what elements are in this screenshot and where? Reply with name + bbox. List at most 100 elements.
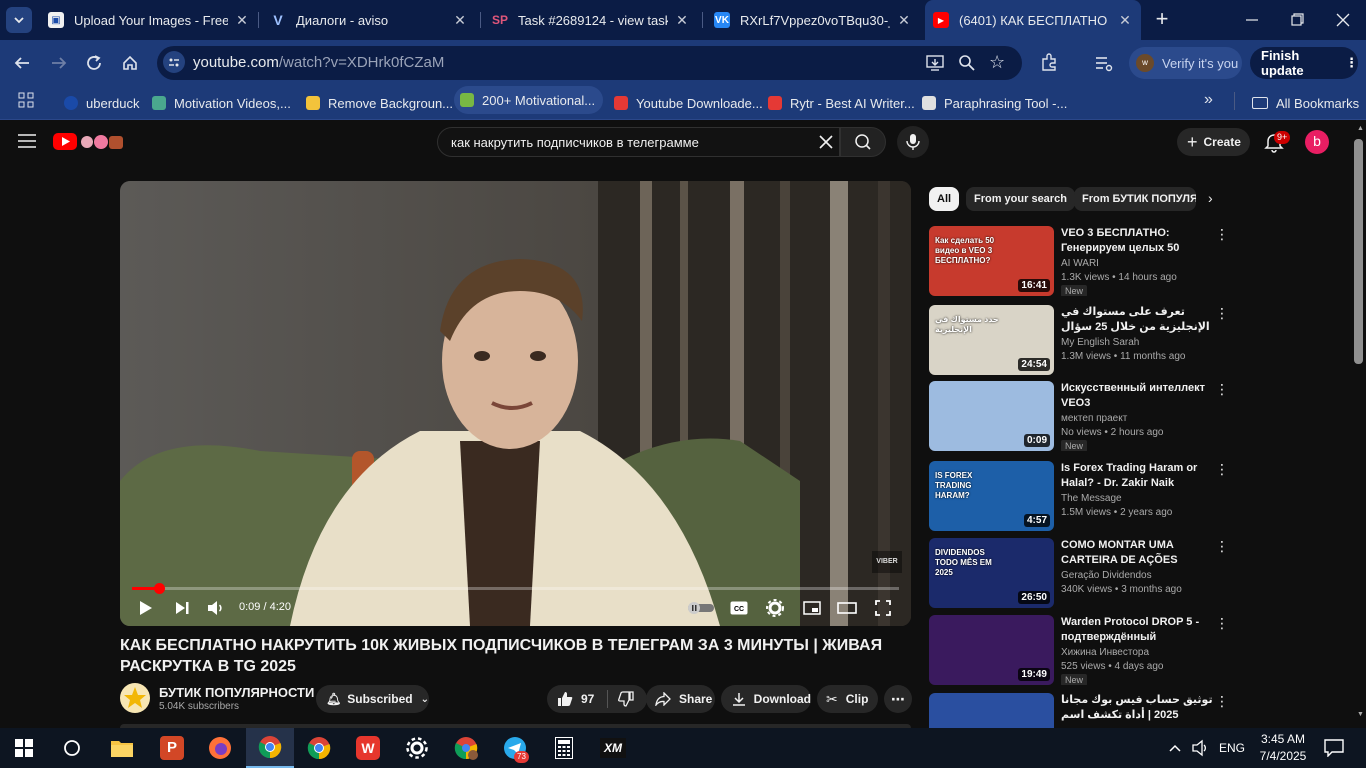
video-title[interactable]: COMO MONTAR UMA CARTEIRA DE AÇÕES PARA..… bbox=[1061, 538, 1213, 568]
channel-name[interactable]: БУТИК ПОПУЛЯРНОСТИ bbox=[159, 685, 314, 700]
channel-name[interactable]: The Message bbox=[1061, 493, 1122, 504]
progress-scrubber[interactable] bbox=[153, 583, 165, 594]
video-thumbnail[interactable]: IS FOREX TRADING HARAM? 4:57 bbox=[929, 461, 1054, 531]
browser-tab[interactable]: SP Task #2689124 - view task ✕ bbox=[488, 0, 694, 40]
bookmark-item[interactable]: Rytr - Best AI Writer... bbox=[768, 92, 915, 114]
tab-search-button[interactable] bbox=[6, 7, 32, 33]
video-thumbnail[interactable]: 19:49 bbox=[929, 615, 1054, 685]
wps-app[interactable]: W bbox=[344, 728, 392, 768]
fullscreen-button[interactable] bbox=[871, 597, 895, 619]
verify-button[interactable]: w Verify it's you bbox=[1129, 47, 1242, 79]
autoplay-toggle[interactable] bbox=[687, 597, 715, 619]
video-thumbnail[interactable]: Как сделать 50 видео в VEO 3 БЕСПЛАТНО? 1… bbox=[929, 226, 1054, 296]
channel-name[interactable]: AI WARI bbox=[1061, 258, 1099, 269]
back-button[interactable] bbox=[8, 49, 36, 77]
channel-avatar[interactable] bbox=[120, 683, 150, 713]
show-hidden-icons[interactable] bbox=[1168, 738, 1182, 758]
recommended-video[interactable]: 0:09 Искусственный интеллект VEO3 мектеп п… bbox=[929, 381, 1229, 451]
clock-date[interactable]: 7/4/2025 bbox=[1256, 749, 1310, 763]
kebab-menu-icon[interactable]: ⋮ bbox=[1215, 538, 1229, 555]
firefox-app[interactable] bbox=[196, 728, 244, 768]
video-thumbnail[interactable]: DIVIDENDOS TODO MÊS EM 2025 26:50 bbox=[929, 538, 1054, 608]
volume-tray-icon[interactable] bbox=[1192, 739, 1210, 757]
video-player[interactable]: VIBER 0:09 / 4:20 CC bbox=[120, 181, 911, 626]
bookmark-star-icon[interactable]: ☆ bbox=[989, 52, 1009, 72]
all-bookmarks-button[interactable]: All Bookmarks bbox=[1252, 92, 1359, 114]
kebab-menu-icon[interactable]: ⋮ bbox=[1215, 693, 1229, 710]
telegram-app[interactable] bbox=[491, 728, 539, 768]
bookmark-item[interactable]: 200+ Motivational... bbox=[454, 86, 603, 114]
chip-all[interactable]: All bbox=[929, 187, 960, 211]
browser-tab[interactable]: ▣ Upload Your Images - Free Im ✕ bbox=[44, 0, 254, 40]
play-button[interactable] bbox=[134, 597, 158, 619]
kebab-menu-icon[interactable]: ⋮ bbox=[1215, 381, 1229, 398]
share-button[interactable]: Share bbox=[646, 685, 715, 713]
channel-name[interactable]: Geração Dividendos bbox=[1061, 570, 1152, 581]
kebab-menu-icon[interactable]: ⋮ bbox=[1215, 226, 1229, 243]
video-thumbnail[interactable] bbox=[929, 693, 1054, 728]
clear-search-icon[interactable] bbox=[817, 133, 835, 151]
recommended-video[interactable]: حدد مستواك في الإنجليزية 24:54 تعرف على مس… bbox=[929, 305, 1229, 375]
file-explorer-app[interactable] bbox=[98, 728, 146, 768]
youtube-logo[interactable] bbox=[53, 132, 127, 152]
kebab-menu-icon[interactable]: ⋮ bbox=[1215, 461, 1229, 478]
apps-grid-icon[interactable] bbox=[18, 92, 34, 108]
video-thumbnail[interactable]: حدد مستواك في الإنجليزية 24:54 bbox=[929, 305, 1054, 375]
download-button[interactable]: Download bbox=[721, 685, 811, 713]
bookmark-item[interactable]: Youtube Downloade... bbox=[614, 92, 763, 114]
video-title[interactable]: Искусственный интеллект VEO3 bbox=[1061, 381, 1213, 411]
search-button[interactable] bbox=[840, 127, 886, 157]
language-indicator[interactable]: ENG bbox=[1219, 741, 1245, 755]
url-text[interactable]: youtube.com/watch?v=XDHrk0fCZaM bbox=[193, 54, 444, 71]
task-view-button[interactable] bbox=[48, 728, 96, 768]
bookmark-item[interactable]: Remove Backgroun... bbox=[306, 92, 453, 114]
progress-bar[interactable] bbox=[132, 587, 899, 590]
thumbs-down-icon[interactable] bbox=[618, 691, 635, 707]
forward-button[interactable] bbox=[45, 49, 73, 77]
channel-name[interactable]: мектеп праект bbox=[1061, 413, 1127, 424]
chrome-app[interactable] bbox=[295, 728, 343, 768]
bookmark-item[interactable]: Paraphrasing Tool -... bbox=[922, 92, 1067, 114]
chip-next-arrow-icon[interactable]: › bbox=[1208, 190, 1213, 206]
next-button[interactable] bbox=[170, 597, 194, 619]
chip-from-channel[interactable]: From БУТИК ПОПУЛЯ bbox=[1074, 187, 1196, 211]
avatar[interactable]: b bbox=[1305, 130, 1329, 154]
zoom-icon[interactable] bbox=[957, 53, 977, 73]
close-icon[interactable]: ✕ bbox=[234, 12, 250, 29]
home-button[interactable] bbox=[116, 49, 144, 77]
reload-button[interactable] bbox=[80, 49, 108, 77]
xm-app[interactable]: XM bbox=[589, 728, 637, 768]
settings-app[interactable] bbox=[393, 728, 441, 768]
new-tab-button[interactable]: + bbox=[1150, 8, 1174, 32]
start-button[interactable] bbox=[0, 728, 48, 768]
extensions-icon[interactable] bbox=[1039, 52, 1059, 72]
create-button[interactable]: + Create bbox=[1177, 128, 1250, 156]
action-center-icon[interactable] bbox=[1324, 739, 1344, 758]
recommended-video[interactable]: IS FOREX TRADING HARAM? 4:57 Is Forex Trad… bbox=[929, 461, 1229, 531]
more-bookmarks-icon[interactable]: » bbox=[1204, 91, 1213, 109]
media-control-icon[interactable] bbox=[1094, 53, 1114, 73]
like-button[interactable]: 97 bbox=[547, 685, 647, 713]
close-icon[interactable]: ✕ bbox=[1117, 12, 1133, 29]
video-thumbnail[interactable]: 0:09 bbox=[929, 381, 1054, 451]
miniplayer-button[interactable] bbox=[800, 597, 824, 619]
kebab-menu-icon[interactable]: ⋮ bbox=[1215, 615, 1229, 632]
video-title[interactable]: توثيق حساب فيس بوك مجانا 2025 | أداة تكش… bbox=[1061, 693, 1213, 723]
app-p-icon[interactable]: P bbox=[148, 728, 196, 768]
video-title[interactable]: Is Forex Trading Haram or Halal? - Dr. Z… bbox=[1061, 461, 1213, 491]
recommended-video[interactable]: 19:49 Warden Protocol DROP 5 - подтверждё… bbox=[929, 615, 1229, 685]
browser-tab[interactable]: V Диалоги - aviso ✕ bbox=[266, 0, 472, 40]
voice-search-button[interactable] bbox=[897, 126, 929, 158]
close-icon[interactable]: ✕ bbox=[452, 12, 468, 29]
recommended-video[interactable]: Как сделать 50 видео в VEO 3 БЕСПЛАТНО? 1… bbox=[929, 226, 1229, 296]
close-icon[interactable]: ✕ bbox=[674, 12, 690, 29]
channel-name[interactable]: My English Sarah bbox=[1061, 337, 1139, 348]
video-title[interactable]: Warden Protocol DROP 5 - подтверждённый bbox=[1061, 615, 1213, 645]
browser-tab[interactable]: VK RXrLf7Vppez0voTBqu30-_pit ✕ bbox=[710, 0, 916, 40]
channel-name[interactable]: Хижина Инвестора bbox=[1061, 647, 1149, 658]
site-info-icon[interactable] bbox=[163, 51, 185, 73]
recommended-video[interactable]: DIVIDENDOS TODO MÊS EM 2025 26:50 COMO MON… bbox=[929, 538, 1229, 608]
browser-tab-active[interactable]: ▶ (6401) КАК БЕСПЛАТНО НА ✕ bbox=[925, 0, 1141, 40]
scrollbar-thumb[interactable] bbox=[1354, 139, 1363, 364]
chrome-app-active[interactable] bbox=[246, 728, 294, 768]
